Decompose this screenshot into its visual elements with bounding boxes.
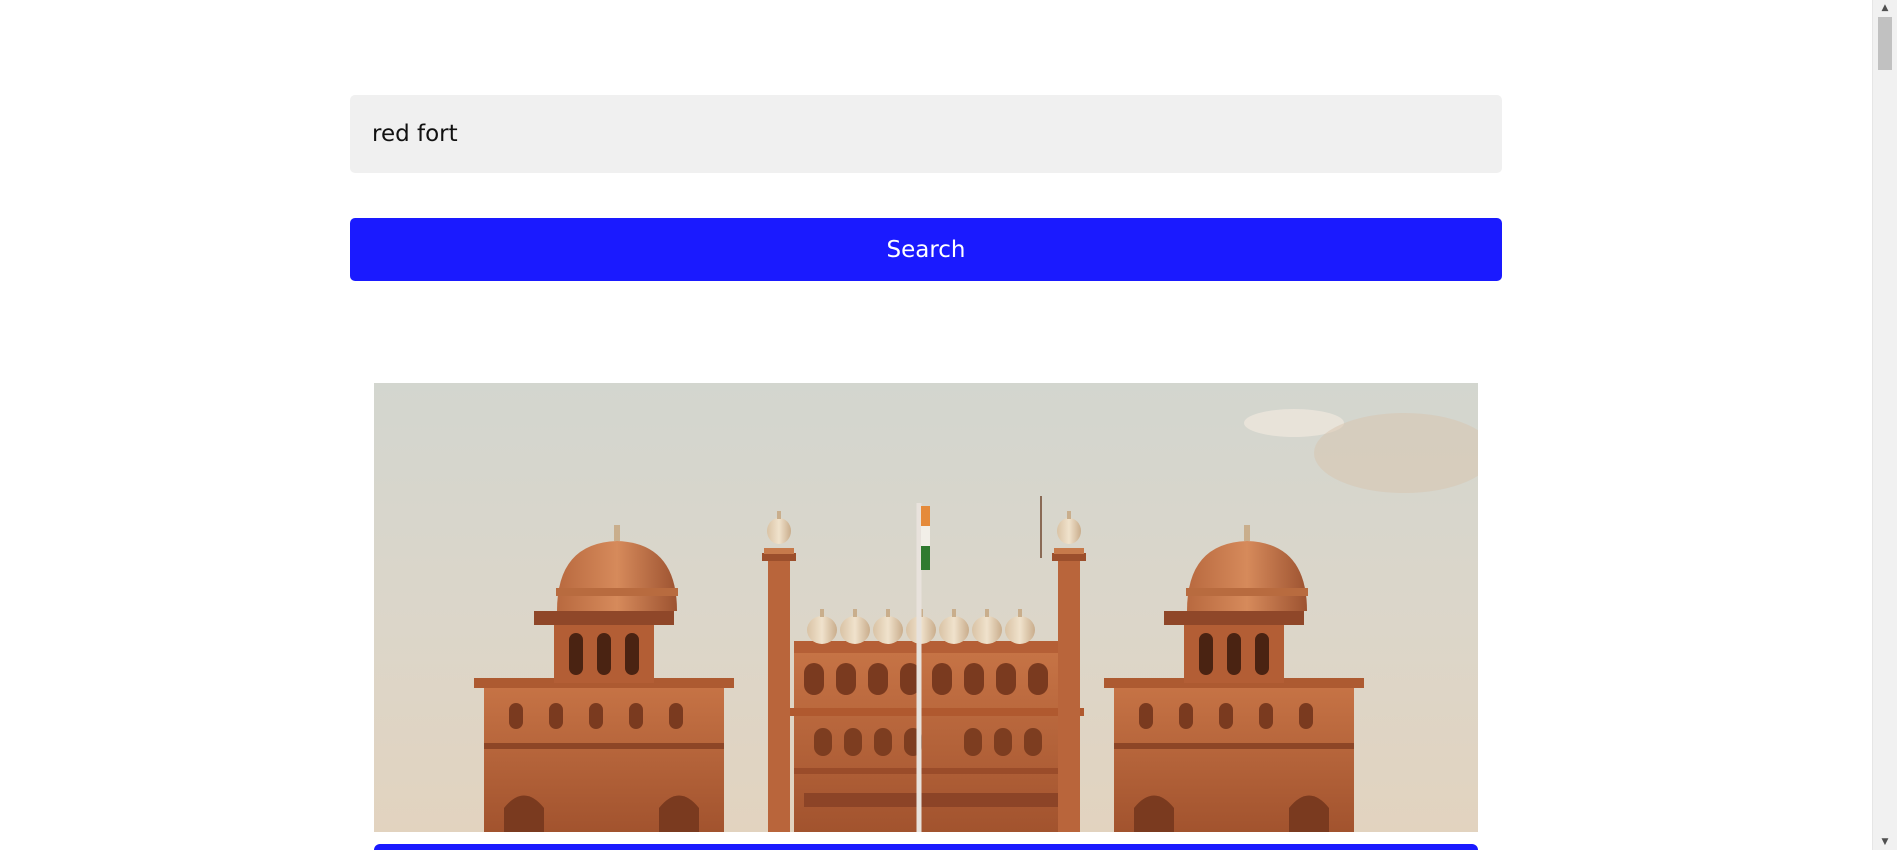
scrollbar-thumb[interactable] [1878,17,1892,70]
search-input[interactable] [350,95,1502,173]
scroll-down-icon[interactable]: ▼ [1873,834,1897,850]
page: Search [0,0,1897,850]
result-action-button[interactable] [374,844,1478,850]
red-fort-photo [374,383,1478,832]
scroll-up-icon[interactable]: ▲ [1873,0,1897,16]
search-button[interactable]: Search [350,218,1502,281]
vertical-scrollbar[interactable]: ▲ ▼ [1872,0,1897,850]
result-image [374,383,1478,832]
